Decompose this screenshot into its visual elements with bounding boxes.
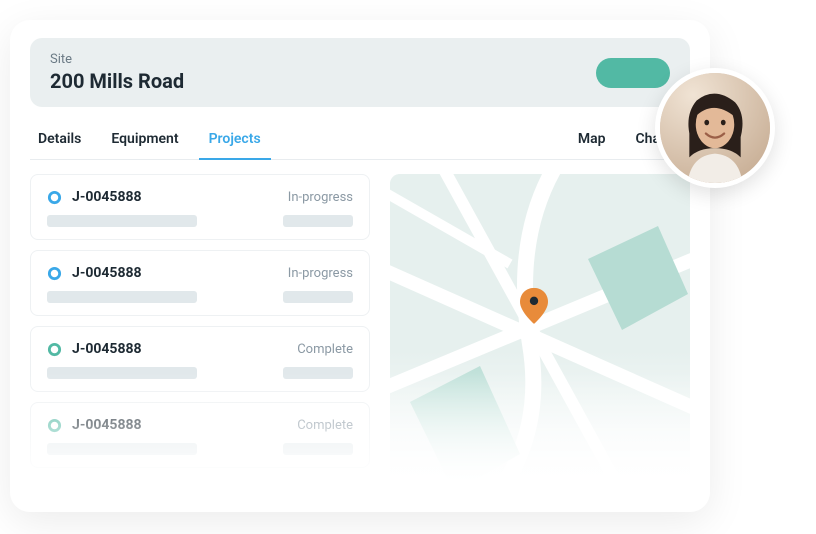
map-pin-icon: [520, 288, 548, 324]
placeholder-bar: [47, 291, 197, 303]
placeholder-bar: [283, 291, 353, 303]
site-label: Site: [50, 52, 184, 67]
site-header: Site 200 Mills Road: [30, 38, 690, 107]
project-id: J-0045888: [72, 189, 142, 205]
tab-map[interactable]: Map: [576, 121, 608, 159]
avatar-image: [660, 73, 770, 183]
project-item[interactable]: J-0045888 Complete: [30, 402, 370, 468]
placeholder-bar: [283, 367, 353, 379]
site-header-text: Site 200 Mills Road: [50, 52, 184, 93]
tab-spacer: [289, 121, 550, 159]
project-id: J-0045888: [72, 265, 142, 281]
placeholder-bar: [47, 443, 197, 455]
circle-progress-icon: [47, 266, 62, 281]
project-id: J-0045888: [72, 341, 142, 357]
project-id: J-0045888: [72, 417, 142, 433]
tab-equipment[interactable]: Equipment: [109, 121, 180, 159]
project-status: In-progress: [288, 266, 353, 281]
placeholder-bar: [47, 215, 197, 227]
tab-projects[interactable]: Projects: [207, 121, 263, 159]
project-status: Complete: [297, 342, 353, 357]
content-area: J-0045888 In-progress J-0045888 In-progr…: [30, 174, 690, 494]
placeholder-bar: [283, 215, 353, 227]
project-item[interactable]: J-0045888 Complete: [30, 326, 370, 392]
tab-bar: Details Equipment Projects Map Chatter: [30, 121, 690, 160]
tab-details[interactable]: Details: [36, 121, 83, 159]
project-item[interactable]: J-0045888 In-progress: [30, 250, 370, 316]
project-status: Complete: [297, 418, 353, 433]
placeholder-bar: [47, 367, 197, 379]
avatar[interactable]: [655, 68, 775, 188]
project-status: In-progress: [288, 190, 353, 205]
project-item[interactable]: J-0045888 In-progress: [30, 174, 370, 240]
circle-complete-icon: [47, 342, 62, 357]
map-panel[interactable]: [390, 174, 690, 494]
circle-complete-icon: [47, 418, 62, 433]
site-address: 200 Mills Road: [50, 69, 184, 93]
project-list: J-0045888 In-progress J-0045888 In-progr…: [30, 174, 370, 494]
placeholder-bar: [283, 443, 353, 455]
site-card: Site 200 Mills Road Details Equipment Pr…: [10, 20, 710, 512]
circle-progress-icon: [47, 190, 62, 205]
map-background: [390, 174, 690, 494]
status-pill[interactable]: [596, 58, 670, 88]
